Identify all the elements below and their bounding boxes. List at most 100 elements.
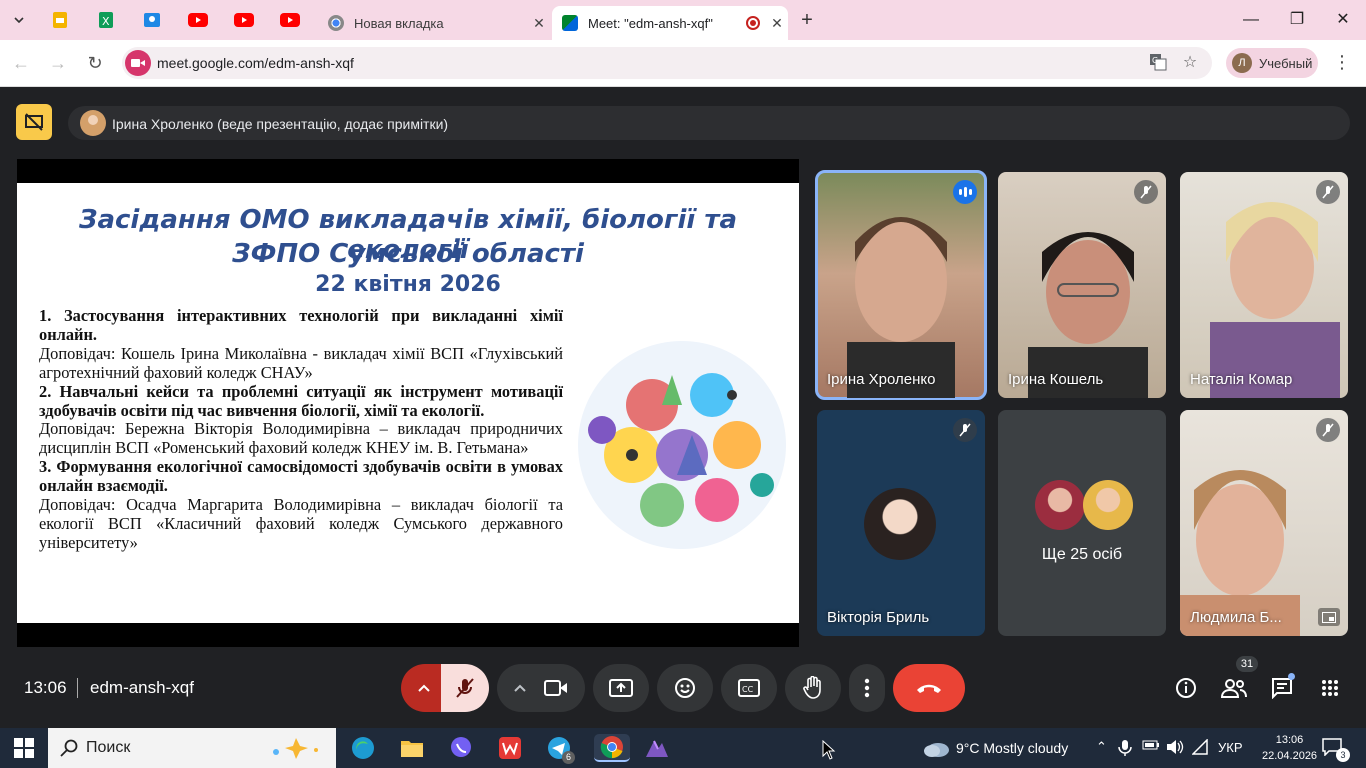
- profile-chip[interactable]: Л Учебный: [1226, 48, 1318, 78]
- unread-badge: 6: [562, 751, 575, 764]
- participant-name: Людмила Б...: [1190, 609, 1282, 626]
- more-participants-label: Ще 25 осіб: [1041, 546, 1123, 563]
- pinned-tab-youtube-icon[interactable]: [188, 10, 208, 30]
- speaking-indicator-icon: [953, 180, 977, 204]
- mic-off-icon: [456, 678, 474, 698]
- tab-title: Meet: "edm-ansh-xqf": [588, 15, 713, 31]
- pinned-tab-youtube-icon[interactable]: [280, 10, 300, 30]
- slide-date: 22 квітня 2026: [315, 272, 501, 297]
- chrome-icon[interactable]: [594, 734, 630, 762]
- edge-icon[interactable]: [349, 734, 377, 762]
- pinned-tab-youtube-icon[interactable]: [234, 10, 254, 30]
- restore-button[interactable]: ❐: [1274, 8, 1320, 32]
- wps-office-icon[interactable]: [496, 734, 524, 762]
- microphone-toggle-button[interactable]: [441, 664, 489, 712]
- pinned-tab-sheets-icon[interactable]: X: [96, 10, 116, 30]
- present-icon: [609, 679, 633, 697]
- participant-tile[interactable]: Вікторія Бриль: [817, 410, 985, 636]
- taskbar-clock[interactable]: 13:06 22.04.2026: [1262, 732, 1317, 764]
- pinned-tab-classroom-icon[interactable]: [142, 10, 162, 30]
- viber-icon[interactable]: [447, 734, 475, 762]
- tab-close-icon[interactable]: ✕: [766, 15, 788, 32]
- chevron-up-icon: [514, 684, 526, 692]
- activities-button[interactable]: [1314, 672, 1346, 704]
- agenda-speaker: Доповідач: Бережна Вікторія Володимирівн…: [39, 419, 563, 458]
- picture-in-picture-icon[interactable]: [1318, 608, 1340, 626]
- people-count-badge: 31: [1236, 656, 1258, 672]
- tab-new-tab[interactable]: Новая вкладка ✕: [318, 6, 550, 40]
- presentation-slide: Засідання ОМО викладачів хімії, біології…: [17, 183, 799, 623]
- show-hidden-icons-icon[interactable]: ⌃: [1096, 739, 1107, 755]
- camera-toggle-button[interactable]: [497, 664, 585, 712]
- more-options-button[interactable]: [849, 664, 885, 712]
- captions-icon: CC: [738, 679, 760, 697]
- address-bar[interactable]: meet.google.com/edm-ansh-xqf G ☆: [122, 47, 1212, 79]
- browser-toolbar: ← → ↻ meet.google.com/edm-ansh-xqf G ☆ Л…: [0, 40, 1366, 87]
- agenda-speaker: Доповідач: Кошель Ірина Миколаївна - вик…: [39, 343, 563, 382]
- agenda-item: 2. Навчальні кейси та проблемні ситуації…: [39, 381, 563, 459]
- hang-up-icon: [917, 684, 941, 693]
- file-explorer-icon[interactable]: [398, 734, 426, 762]
- participant-name: Ірина Кошель: [1008, 371, 1104, 388]
- microphone-in-use-icon[interactable]: [1118, 739, 1132, 760]
- network-icon[interactable]: [1191, 738, 1208, 758]
- bookmark-star-icon[interactable]: ☆: [1180, 53, 1200, 73]
- minimize-button[interactable]: —: [1228, 8, 1274, 32]
- forward-button[interactable]: →: [47, 52, 69, 74]
- agenda-heading: 2. Навчальні кейси та проблемні ситуації…: [39, 381, 563, 420]
- participant-tile[interactable]: Наталія Комар: [1180, 172, 1348, 398]
- chat-button[interactable]: [1266, 672, 1298, 704]
- people-icon: [1221, 679, 1247, 698]
- reactions-button[interactable]: [657, 664, 713, 712]
- tab-meet[interactable]: Meet: "edm-ansh-xqf" ✕: [552, 6, 788, 40]
- battery-icon[interactable]: [1142, 739, 1160, 754]
- camera-permission-icon[interactable]: [125, 50, 151, 76]
- present-screen-button[interactable]: [593, 664, 649, 712]
- notification-center-icon[interactable]: 3: [1322, 738, 1350, 762]
- close-window-button[interactable]: ✕: [1320, 8, 1366, 32]
- back-button[interactable]: ←: [10, 52, 32, 74]
- cloud-icon: [924, 743, 949, 757]
- telegram-icon[interactable]: 6: [545, 734, 575, 764]
- more-participants-tile[interactable]: Ще 25 осіб: [998, 410, 1166, 636]
- tab-search-chevron-icon[interactable]: [8, 9, 30, 31]
- tab-close-icon[interactable]: ✕: [528, 15, 550, 32]
- weather-widget[interactable]: 9°C Mostly cloudy: [922, 738, 1068, 758]
- participant-tile[interactable]: Ірина Хроленко: [815, 170, 987, 400]
- meeting-info-button[interactable]: [1170, 672, 1202, 704]
- emoji-icon: [675, 678, 695, 698]
- avatar: [864, 488, 936, 560]
- people-button[interactable]: [1218, 672, 1250, 704]
- meeting-code: edm-ansh-xqf: [90, 678, 194, 697]
- captions-button[interactable]: CC: [721, 664, 777, 712]
- volume-icon[interactable]: [1166, 739, 1184, 758]
- pinned-tab-slides-icon[interactable]: [50, 10, 70, 30]
- presentation-stage[interactable]: Засідання ОМО викладачів хімії, біології…: [17, 159, 799, 647]
- translate-icon[interactable]: G: [1148, 53, 1168, 73]
- participant-name: Ірина Хроленко: [827, 371, 936, 388]
- new-tab-button[interactable]: +: [796, 9, 818, 31]
- profile-label: Учебный: [1259, 55, 1313, 71]
- language-indicator[interactable]: УКР: [1218, 740, 1243, 755]
- presenter-avatar: [80, 110, 106, 136]
- presentation-pin-button[interactable]: [16, 104, 52, 140]
- reload-button[interactable]: ↻: [84, 52, 106, 74]
- chrome-icon: [328, 15, 344, 31]
- agenda-heading: 3. Формування екологічної самосвідомості…: [39, 457, 563, 496]
- info-icon: [1176, 678, 1196, 698]
- leave-call-button[interactable]: [893, 664, 965, 712]
- participant-tile[interactable]: Людмила Б...: [1180, 410, 1348, 636]
- slide-agenda: 1. Застосування інтерактивних технологій…: [39, 306, 563, 553]
- participant-tile[interactable]: Ірина Кошель: [998, 172, 1166, 398]
- tab-strip: X Новая вкладка ✕ Meet: "edm-ansh-xqf" ✕…: [0, 0, 1366, 40]
- agenda-item: 1. Застосування інтерактивних технологій…: [39, 306, 563, 383]
- taskbar-search[interactable]: Поиск: [48, 728, 336, 768]
- windows-start-icon[interactable]: [14, 738, 34, 758]
- svg-text:G: G: [1152, 56, 1158, 65]
- avatar: [1083, 480, 1133, 530]
- mic-off-icon: [1316, 418, 1340, 442]
- participant-video: [1028, 232, 1148, 398]
- raise-hand-button[interactable]: [785, 664, 841, 712]
- app-launcher-icon[interactable]: [643, 734, 671, 762]
- browser-menu-icon[interactable]: ⋮: [1332, 52, 1352, 73]
